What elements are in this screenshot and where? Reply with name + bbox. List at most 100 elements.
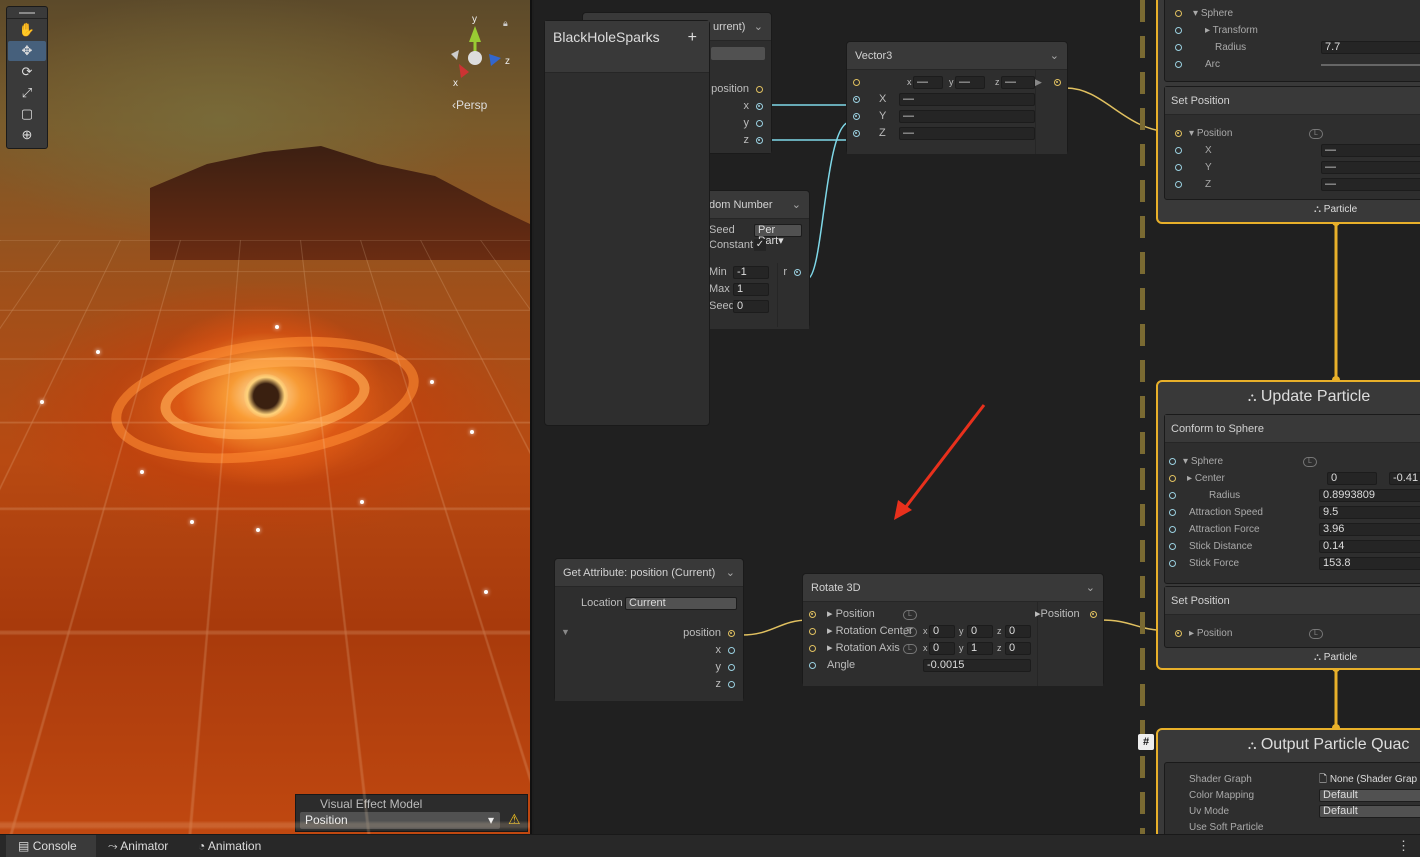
vector3-node[interactable]: Vector3 ⌄ x — y — z — X — Y — Z — ▶ bbox=[846, 41, 1068, 154]
uv-mode-dropdown[interactable]: Default bbox=[1319, 805, 1420, 818]
move-icon[interactable]: ✥ bbox=[8, 41, 46, 61]
port-x[interactable] bbox=[728, 647, 735, 654]
set-position-block[interactable]: Set Position ▸ Position L bbox=[1164, 586, 1420, 648]
scale-icon[interactable]: ⤢ bbox=[8, 83, 46, 103]
center-y-field[interactable]: 0 bbox=[967, 625, 993, 638]
y-field[interactable]: — bbox=[899, 110, 1035, 123]
port-r[interactable] bbox=[794, 269, 801, 276]
port-rotation-axis[interactable] bbox=[809, 645, 816, 652]
vem-dropdown[interactable]: Position bbox=[300, 812, 500, 829]
stick-force-field[interactable]: 153.8 bbox=[1319, 557, 1420, 570]
arc-slider[interactable] bbox=[1321, 64, 1420, 66]
scene-view[interactable]: ✋ ✥ ⟳ ⤢ ▢ ⊕ y z x 🔒︎ ‹Persp Visual Effec… bbox=[0, 0, 532, 834]
output-particle-context[interactable]: ⛬ Output Particle Quac Shader Graph 🗋︎ No… bbox=[1156, 728, 1420, 834]
vec-x-field[interactable]: — bbox=[913, 76, 943, 89]
update-particle-context[interactable]: ⛬ Update Particle Conform to Sphere ▾ Sp… bbox=[1156, 380, 1420, 670]
port-position[interactable] bbox=[728, 630, 735, 637]
color-mapping-dropdown[interactable]: Default bbox=[1319, 789, 1420, 802]
port-z-in[interactable] bbox=[853, 130, 860, 137]
port-y-in[interactable] bbox=[853, 113, 860, 120]
angle-field[interactable]: -0.0015 bbox=[923, 659, 1031, 672]
vfx-graph-view[interactable]: urrent) ⌄ position x y z dom Number ⌄ Seed… bbox=[534, 0, 1420, 834]
expand-icon[interactable]: ▶ bbox=[1035, 74, 1042, 91]
transform-icon[interactable]: ⊕ bbox=[8, 125, 46, 145]
port-position-in[interactable] bbox=[809, 611, 816, 618]
z-field[interactable]: — bbox=[899, 127, 1035, 140]
hash-icon[interactable]: # bbox=[1138, 734, 1154, 750]
axis-x-field[interactable]: 0 bbox=[929, 642, 955, 655]
chevron-down-icon[interactable]: ⌄ bbox=[1050, 49, 1059, 62]
local-space-icon[interactable]: L bbox=[903, 644, 917, 654]
center-x-field[interactable]: 0 bbox=[929, 625, 955, 638]
local-space-icon[interactable]: L bbox=[903, 610, 917, 620]
location-dropdown[interactable]: Current bbox=[625, 597, 737, 610]
constant-checkbox[interactable]: ✓ bbox=[754, 239, 766, 251]
lock-icon[interactable]: 🔒︎ bbox=[503, 18, 508, 28]
port-position[interactable] bbox=[756, 86, 763, 93]
axis-y-field[interactable]: 1 bbox=[967, 642, 993, 655]
projection-toggle[interactable]: ‹Persp bbox=[452, 98, 487, 112]
toolbar-handle[interactable] bbox=[7, 7, 47, 19]
attraction-speed-field[interactable]: 9.5 bbox=[1319, 506, 1420, 519]
port-z[interactable] bbox=[728, 681, 735, 688]
more-options-icon[interactable]: ⋮ bbox=[1397, 838, 1410, 854]
seed-field[interactable]: 0 bbox=[733, 300, 769, 313]
x-field[interactable]: — bbox=[899, 93, 1035, 106]
rotate-icon[interactable]: ⟳ bbox=[8, 62, 46, 82]
vec-z-field[interactable]: — bbox=[1001, 76, 1035, 89]
seed-mode-dropdown[interactable]: Per Part▾ bbox=[754, 224, 802, 247]
local-space-icon[interactable]: L bbox=[1309, 129, 1323, 139]
port-vector-in[interactable] bbox=[853, 79, 860, 86]
stick-distance-field[interactable]: 0.14 bbox=[1319, 540, 1420, 553]
vec-y-field[interactable]: — bbox=[955, 76, 985, 89]
local-space-icon[interactable]: L bbox=[1309, 629, 1323, 639]
get-attribute-node[interactable]: Get Attribute: position (Current) ⌄ Locat… bbox=[554, 558, 744, 701]
collapse-icon[interactable]: ▼ bbox=[561, 627, 570, 637]
chevron-down-icon[interactable]: ⌄ bbox=[726, 566, 735, 579]
tab-animation[interactable]: ◔ Animation bbox=[186, 835, 286, 857]
hand-icon[interactable]: ✋ bbox=[8, 20, 46, 40]
local-space-icon[interactable]: L bbox=[903, 627, 917, 637]
port-z[interactable] bbox=[756, 137, 763, 144]
port-y[interactable] bbox=[728, 664, 735, 671]
chevron-down-icon[interactable]: ⌄ bbox=[792, 198, 801, 211]
port-y[interactable] bbox=[756, 120, 763, 127]
radius-field[interactable]: 0.8993809 bbox=[1319, 489, 1420, 502]
z-field[interactable]: — bbox=[1321, 178, 1420, 191]
shader-graph-field[interactable]: 🗋︎ None (Shader Grap bbox=[1319, 771, 1417, 788]
set-position-block[interactable]: Set Position ▾ Position L X — Y — Z — bbox=[1164, 86, 1420, 200]
center-y-field[interactable]: -0.41 bbox=[1389, 472, 1420, 485]
attraction-force-field[interactable]: 3.96 bbox=[1319, 523, 1420, 536]
warning-icon[interactable]: ⚠ bbox=[508, 811, 521, 828]
add-property-button[interactable]: + bbox=[688, 29, 697, 47]
port-x-in[interactable] bbox=[853, 96, 860, 103]
min-field[interactable]: -1 bbox=[733, 266, 769, 279]
port-rotation-center[interactable] bbox=[809, 628, 816, 635]
location-dropdown[interactable] bbox=[711, 47, 765, 60]
port-vector-out[interactable] bbox=[1054, 79, 1061, 86]
orientation-gizmo[interactable]: y z x 🔒︎ bbox=[445, 14, 515, 94]
chevron-down-icon[interactable]: ⌄ bbox=[754, 20, 763, 33]
port-position-out[interactable] bbox=[1090, 611, 1097, 618]
axis-z-field[interactable]: 0 bbox=[1005, 642, 1031, 655]
x-field[interactable]: — bbox=[1321, 144, 1420, 157]
radius-field[interactable]: 7.7 bbox=[1321, 41, 1420, 54]
tab-console[interactable]: ▤ Console bbox=[6, 835, 96, 857]
local-space-icon[interactable]: L bbox=[1303, 457, 1317, 467]
output-settings-block[interactable]: Shader Graph 🗋︎ None (Shader Grap Color M… bbox=[1164, 762, 1420, 834]
tab-animator[interactable]: ⤳ Animator bbox=[96, 835, 186, 857]
port-x[interactable] bbox=[756, 103, 763, 110]
chevron-down-icon[interactable]: ⌄ bbox=[1086, 581, 1095, 594]
max-field[interactable]: 1 bbox=[733, 283, 769, 296]
rect-icon[interactable]: ▢ bbox=[8, 104, 46, 124]
rotate3d-node[interactable]: Rotate 3D ⌄ ▸ Position L ▸ Rotation Center… bbox=[802, 573, 1104, 686]
port-angle[interactable] bbox=[809, 662, 816, 669]
random-number-node[interactable]: dom Number ⌄ Seed Per Part▾ Constant ✓ Min -… bbox=[694, 190, 810, 329]
position-sphere-block[interactable]: ▾ Sphere ▸ Transform Radius 7.7 Arc bbox=[1164, 0, 1420, 82]
conform-to-sphere-block[interactable]: Conform to Sphere ▾ Sphere L ▸ Center 0 -0.… bbox=[1164, 414, 1420, 584]
initialize-context[interactable]: ▾ Sphere ▸ Transform Radius 7.7 Arc Set P… bbox=[1156, 0, 1420, 224]
center-x-field[interactable]: 0 bbox=[1327, 472, 1377, 485]
blackboard-panel[interactable]: BlackHoleSparks + bbox=[544, 20, 710, 426]
y-field[interactable]: — bbox=[1321, 161, 1420, 174]
center-z-field[interactable]: 0 bbox=[1005, 625, 1031, 638]
